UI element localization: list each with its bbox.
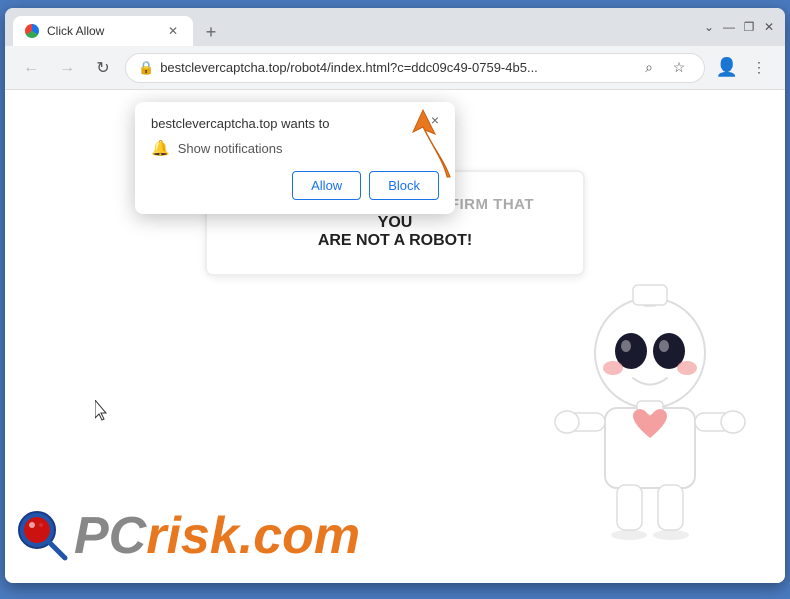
tab-favicon [25,24,39,38]
pcrisk-magnifier-icon [15,508,70,563]
browser-window: Click Allow ✕ + ⌄ — ❐ ✕ ← → ↻ 🔒 bestclev… [5,8,785,583]
menu-icon[interactable]: ⋮ [745,54,773,82]
tab-close-button[interactable]: ✕ [165,23,181,39]
active-tab[interactable]: Click Allow ✕ [13,16,193,46]
extra-icons: ⌄ [697,19,721,35]
lock-icon: 🔒 [138,60,154,76]
robot-svg [545,283,755,563]
profile-icon[interactable]: 👤 [713,54,741,82]
tab-title: Click Allow [47,24,157,38]
pcrisk-text: PCrisk.com [74,510,360,562]
robot-area [545,283,755,543]
bookmark-star-icon[interactable]: ☆ [666,55,692,81]
content-area: × bestclevercaptcha.top wants to 🔔 Show … [5,90,785,583]
pcrisk-logo: PCrisk.com [15,508,360,563]
reload-button[interactable]: ↻ [89,54,117,82]
url-text: bestclevercaptcha.top/robot4/index.html?… [160,60,630,75]
arrow-svg [395,102,465,192]
window-controls: — ❐ ✕ [721,19,777,35]
back-button[interactable]: ← [17,54,45,82]
pcrisk-orange-text: risk.com [146,507,360,565]
search-icon[interactable]: ⌕ [636,55,662,81]
new-tab-button[interactable]: + [197,18,225,46]
close-button[interactable]: ✕ [761,19,777,35]
title-bar: Click Allow ✕ + ⌄ — ❐ ✕ [5,8,785,46]
bell-icon: 🔔 [151,139,170,157]
tab-area: Click Allow ✕ + [13,8,697,46]
forward-button[interactable]: → [53,54,81,82]
allow-button[interactable]: Allow [292,171,361,200]
popup-permission-text: Show notifications [178,141,283,156]
arrow-indicator [395,102,465,197]
chevron-down-icon[interactable]: ⌄ [701,19,717,35]
address-bar: ← → ↻ 🔒 bestclevercaptcha.top/robot4/ind… [5,46,785,90]
url-actions: ⌕ ☆ [636,55,692,81]
toolbar-actions: 👤 ⋮ [713,54,773,82]
captcha-bold-text: YOU [378,214,413,231]
url-bar[interactable]: 🔒 bestclevercaptcha.top/robot4/index.htm… [125,53,705,83]
minimize-button[interactable]: — [721,19,737,35]
restore-button[interactable]: ❐ [741,19,757,35]
captcha-line2: ARE NOT A ROBOT! [239,232,551,250]
cursor [95,400,111,422]
